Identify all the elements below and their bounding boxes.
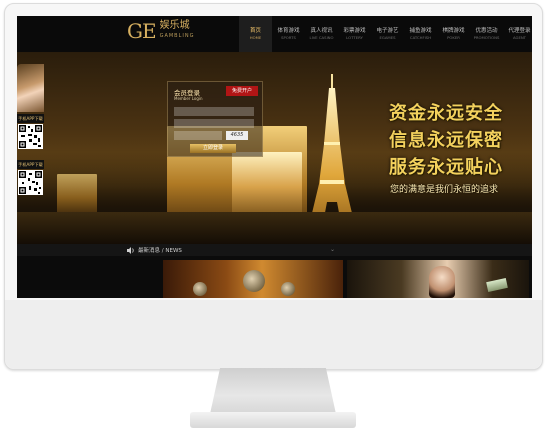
monitor-chin bbox=[5, 300, 542, 369]
nav-item-sublabel: AGENT bbox=[512, 35, 527, 40]
nav-item-agent[interactable]: 代理登录 AGENT bbox=[503, 16, 532, 52]
bridge-lights bbox=[57, 174, 97, 214]
slogan-line-3: 服务永远贴心 bbox=[389, 157, 503, 178]
website-screen: GE 娱乐城 GAMBLING 首页 HOME 体育游戏 SPORTS 真人视讯 LIVE… bbox=[17, 16, 532, 298]
nav-item-label: 优惠活动 bbox=[475, 28, 498, 34]
password-input[interactable] bbox=[174, 119, 254, 128]
logo-cn: 娱乐城 bbox=[159, 20, 190, 31]
nav-item-sublabel: CATCHFISH bbox=[409, 35, 432, 40]
nav-item-label: 捕鱼游戏 bbox=[409, 28, 432, 34]
news-bar: 最新消息 / NEWS ⌄ bbox=[17, 244, 532, 256]
top-navigation-bar: GE 娱乐城 GAMBLING 首页 HOME 体育游戏 SPORTS 真人视讯 LIVE… bbox=[17, 16, 532, 52]
slogan-line-2: 信息永远保密 bbox=[389, 130, 503, 151]
register-button[interactable]: 免费开户 bbox=[226, 86, 258, 96]
slogan-block: 资金永远安全 信息永远保密 服务永远贴心 bbox=[389, 100, 503, 181]
app-download-panel: 手机APP下载 手机APP下载 bbox=[17, 52, 44, 255]
nav-item-label: 棋牌游戏 bbox=[442, 28, 465, 34]
username-input[interactable] bbox=[174, 107, 254, 116]
nav-item-home[interactable]: 首页 HOME bbox=[239, 16, 272, 52]
chevron-down-icon[interactable]: ⌄ bbox=[330, 246, 335, 253]
nav-item-sublabel: POKER bbox=[447, 35, 460, 40]
monitor-frame: GE 娱乐城 GAMBLING 首页 HOME 体育游戏 SPORTS 真人视讯 LIVE… bbox=[4, 3, 543, 370]
nav-item-sublabel: HOME bbox=[249, 35, 262, 40]
slogan-line-1: 资金永远安全 bbox=[389, 103, 503, 124]
nav-item-egames[interactable]: 电子游艺 EGAMES bbox=[371, 16, 404, 52]
nav-item-lottery[interactable]: 彩票游戏 LOTTERY bbox=[338, 16, 371, 52]
nav-item-live-casino[interactable]: 真人视讯 LIVE CASINO bbox=[305, 16, 338, 52]
news-ticker[interactable]: 最新消息 / NEWS bbox=[127, 246, 182, 254]
slogan-subtitle: 您的满意是我们永恒的追求 bbox=[390, 185, 499, 195]
river-reflection bbox=[17, 212, 532, 244]
captcha-input[interactable] bbox=[174, 131, 222, 140]
knight-helmet-right bbox=[281, 282, 295, 296]
member-login-box: 会员登录 Member Login 免费开户 4635 立即登录 bbox=[167, 81, 263, 157]
nav-item-sublabel: LOTTERY bbox=[346, 35, 363, 40]
captcha-image[interactable]: 4635 bbox=[226, 131, 248, 140]
logo-mark: GE bbox=[127, 19, 157, 43]
eiffel-tower-illustration bbox=[307, 74, 357, 234]
news-label: 最新消息 / NEWS bbox=[138, 248, 182, 254]
knight-helmet-center bbox=[243, 270, 265, 292]
login-submit-button[interactable]: 立即登录 bbox=[190, 144, 236, 153]
promo-sports-tile[interactable] bbox=[163, 260, 343, 298]
main-nav: 首页 HOME 体育游戏 SPORTS 真人视讯 LIVE CASINO 彩票游戏 LOTTE… bbox=[239, 16, 532, 52]
monitor-stand bbox=[210, 368, 336, 414]
nav-item-label: 真人视讯 bbox=[310, 28, 333, 34]
promo-row bbox=[17, 256, 532, 298]
nav-item-sublabel: LIVE CASINO bbox=[309, 35, 334, 40]
hero-banner: 会员登录 Member Login 免费开户 4635 立即登录 资金永远安全 … bbox=[17, 52, 532, 244]
logo-text: 娱乐城 GAMBLING bbox=[160, 21, 195, 41]
nav-item-poker[interactable]: 棋牌游戏 POKER bbox=[437, 16, 470, 52]
dealer-portrait bbox=[429, 266, 455, 298]
nav-item-sports[interactable]: 体育游戏 SPORTS bbox=[272, 16, 305, 52]
nav-item-promotions[interactable]: 优惠活动 PROMOTIONS bbox=[470, 16, 503, 52]
nav-item-label: 彩票游戏 bbox=[343, 28, 366, 34]
knight-helmet-left bbox=[193, 282, 207, 296]
app-download-label-1[interactable]: 手机APP下载 bbox=[17, 114, 44, 123]
qr-code-icon bbox=[18, 170, 43, 195]
monitor-base bbox=[190, 412, 356, 428]
nav-item-label: 体育游戏 bbox=[277, 28, 300, 34]
login-subtitle: Member Login bbox=[174, 96, 203, 101]
nav-item-catchfish[interactable]: 捕鱼游戏 CATCHFISH bbox=[404, 16, 437, 52]
nav-item-sublabel: SPORTS bbox=[281, 35, 296, 40]
cash-stack bbox=[486, 278, 508, 292]
site-logo[interactable]: GE 娱乐城 GAMBLING bbox=[127, 19, 195, 43]
nav-item-sublabel: EGAMES bbox=[379, 35, 396, 40]
promo-live-casino-tile[interactable] bbox=[347, 260, 529, 298]
nav-item-label: 电子游艺 bbox=[376, 28, 399, 34]
hostess-portrait bbox=[17, 64, 44, 112]
qr-code-icon bbox=[18, 124, 43, 149]
logo-en: GAMBLING bbox=[159, 33, 195, 39]
nav-item-sublabel: PROMOTIONS bbox=[473, 35, 500, 40]
app-download-label-2[interactable]: 手机APP下载 bbox=[17, 160, 44, 169]
nav-item-label: 代理登录 bbox=[508, 28, 531, 34]
speaker-icon bbox=[127, 246, 134, 254]
nav-item-label: 首页 bbox=[249, 28, 261, 34]
